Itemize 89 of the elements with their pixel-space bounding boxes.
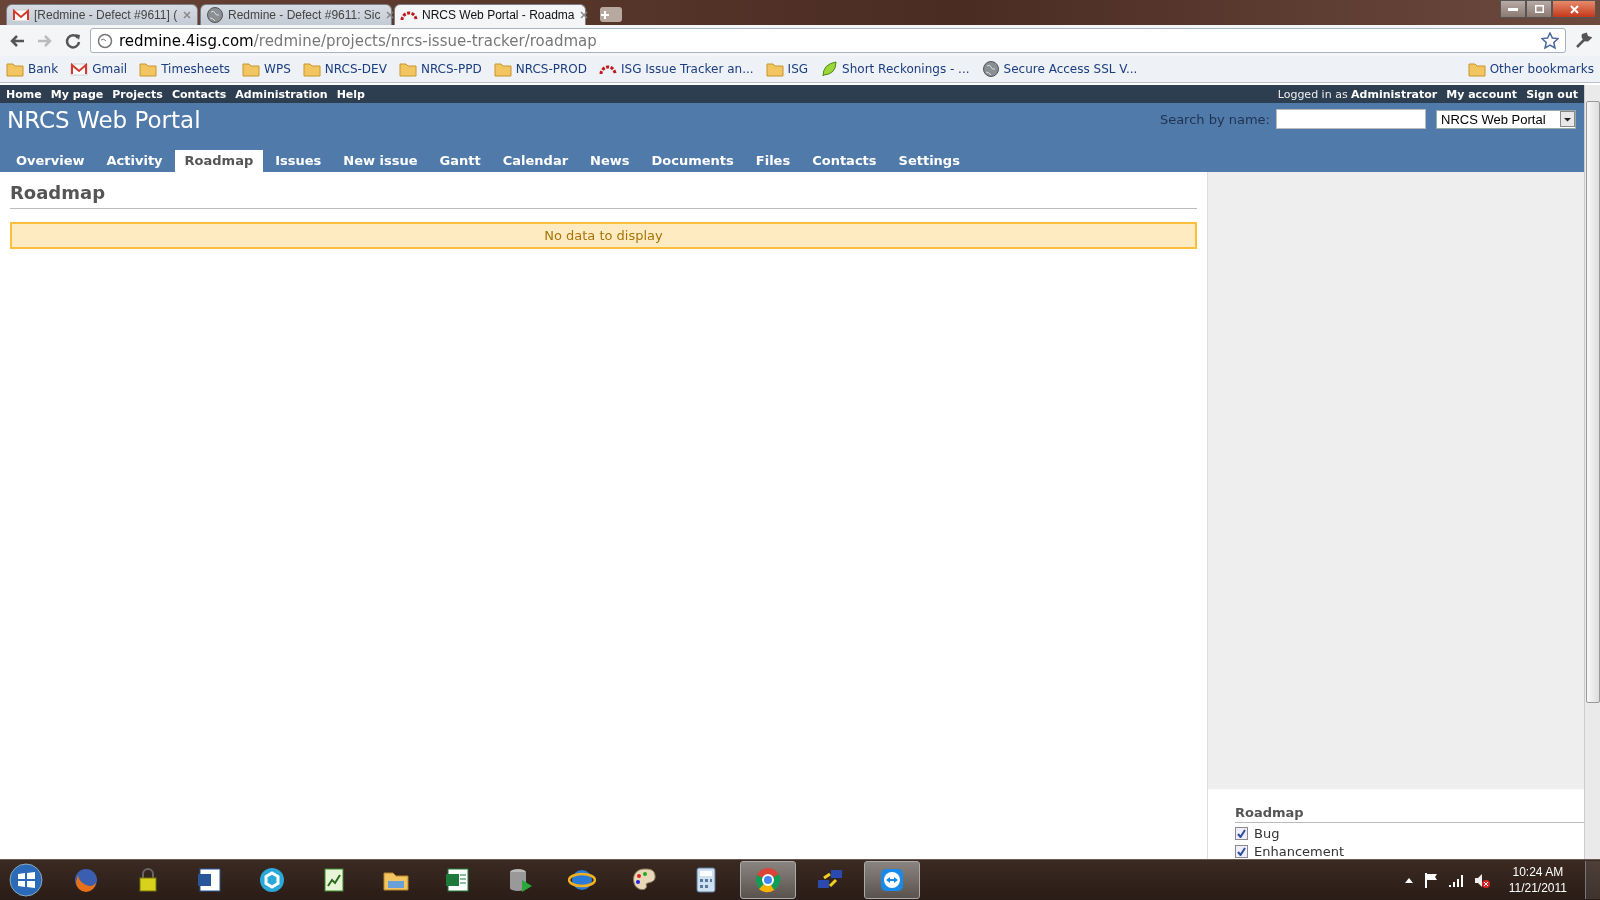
taskbar-app[interactable] <box>864 861 920 899</box>
address-bar[interactable]: redmine.4isg.com/redmine/projects/nrcs-issue-tracker/roadmap <box>90 28 1566 53</box>
notice-banner: No data to display <box>10 222 1197 249</box>
spreadsheet-icon <box>444 866 472 894</box>
search-label: Search by name: <box>1159 111 1270 127</box>
bookmark[interactable]: NRCS-PPD <box>398 60 482 78</box>
project-tab[interactable]: News <box>580 150 640 172</box>
folder-icon <box>1467 60 1486 78</box>
leaf-icon <box>820 60 839 78</box>
flag-icon[interactable] <box>1423 872 1438 888</box>
clock[interactable]: 10:24 AM 11/21/2011 <box>1508 864 1567 896</box>
mail-icon <box>70 60 89 78</box>
project-tab[interactable]: Overview <box>6 150 95 172</box>
project-tab[interactable]: Gantt <box>429 150 491 172</box>
folder-icon <box>398 60 417 78</box>
menu-link[interactable]: Projects <box>112 87 163 101</box>
folder-icon <box>493 60 512 78</box>
restore-button[interactable] <box>1526 0 1552 18</box>
bookmark[interactable]: NRCS-PROD <box>493 60 587 78</box>
menu-link[interactable]: My page <box>50 87 104 101</box>
url-text: redmine.4isg.com/redmine/projects/nrcs-issue-tracker/roadmap <box>119 31 597 50</box>
minimize-icon <box>1508 7 1518 11</box>
signal-icon[interactable] <box>1447 872 1464 888</box>
show-desktop-button[interactable] <box>1585 861 1600 899</box>
scrollbar[interactable] <box>1584 85 1600 859</box>
page-heading: Roadmap <box>10 182 1197 209</box>
bookmark[interactable]: ISG <box>765 60 809 78</box>
bookmark[interactable]: Other bookmarks <box>1467 60 1594 78</box>
bookmark[interactable]: Secure Access SSL V... <box>981 60 1138 78</box>
close-icon <box>1569 4 1579 14</box>
start-button[interactable] <box>6 862 46 898</box>
browser-tab[interactable]: NRCS Web Portal - Roadma <box>394 4 586 25</box>
globe-icon <box>981 60 1000 78</box>
close-icon[interactable] <box>578 10 589 20</box>
folder-icon <box>6 60 24 78</box>
bookmark[interactable]: Short Reckonings - ... <box>820 60 970 78</box>
browser-tab[interactable]: [Redmine - Defect #9611] ( <box>6 4 198 25</box>
plus-icon <box>600 9 610 20</box>
project-tab[interactable]: Activity <box>96 150 173 172</box>
document-icon <box>196 866 224 894</box>
globe-icon <box>72 866 100 894</box>
project-tab[interactable]: Roadmap <box>174 150 264 172</box>
project-tab[interactable]: Settings <box>888 150 970 172</box>
project-tab[interactable]: Contacts <box>802 150 887 172</box>
reload-icon <box>64 31 82 50</box>
restore-icon <box>1534 5 1544 13</box>
project-title: NRCS Web Portal <box>6 106 202 135</box>
globe-icon <box>97 32 113 49</box>
account-link[interactable]: Sign out <box>1526 87 1578 101</box>
project-tab[interactable]: New issue <box>333 150 428 172</box>
close-button[interactable] <box>1552 0 1596 18</box>
bookmark[interactable]: ISG Issue Tracker an... <box>599 60 754 78</box>
close-icon[interactable] <box>384 10 395 20</box>
folder-icon <box>302 60 321 78</box>
menu-link[interactable]: Contacts <box>171 87 227 101</box>
project-tab[interactable]: Issues <box>265 150 332 172</box>
circle-logo-icon <box>754 866 782 894</box>
bookmark[interactable]: NRCS-DEV <box>302 60 387 78</box>
account-link[interactable]: My account <box>1446 87 1518 101</box>
project-select[interactable]: NRCS Web Portal <box>1436 109 1576 129</box>
caret-icon[interactable] <box>1403 876 1414 884</box>
menu-link[interactable]: Help <box>336 87 365 101</box>
bookmark[interactable]: Gmail <box>70 60 128 78</box>
mail-icon <box>12 6 30 24</box>
project-tab[interactable]: Files <box>745 150 801 172</box>
folder-icon <box>242 60 261 78</box>
folder-icon <box>139 60 158 78</box>
folder-icon <box>765 60 784 78</box>
new-tab-button[interactable] <box>600 7 622 22</box>
checkbox[interactable] <box>1235 845 1248 858</box>
menu-link[interactable]: Administration <box>235 87 328 101</box>
menu-link[interactable]: Home <box>6 87 42 101</box>
minimize-button[interactable] <box>1500 0 1526 18</box>
project-tab[interactable]: Documents <box>641 150 744 172</box>
star-icon[interactable] <box>1541 31 1559 50</box>
browser-tab[interactable]: Redmine - Defect #9611: Sic <box>200 4 392 25</box>
bookmark[interactable]: Bank <box>6 60 59 78</box>
checkbox[interactable] <box>1235 827 1248 840</box>
arrows-icon <box>878 866 906 894</box>
globe-icon <box>206 6 224 24</box>
project-tab[interactable]: Calendar <box>492 150 579 172</box>
search-field[interactable] <box>1276 109 1426 129</box>
tracker-label: Enhancement <box>1254 844 1345 859</box>
sidebar-heading: Roadmap <box>1235 805 1584 823</box>
login-status: Logged in as Administrator <box>1277 87 1438 101</box>
wrench-icon <box>1574 31 1592 50</box>
bookmark[interactable]: Timesheets <box>139 60 231 78</box>
bookmark[interactable]: WPS <box>242 60 291 78</box>
tracker-label: Bug <box>1254 826 1280 841</box>
